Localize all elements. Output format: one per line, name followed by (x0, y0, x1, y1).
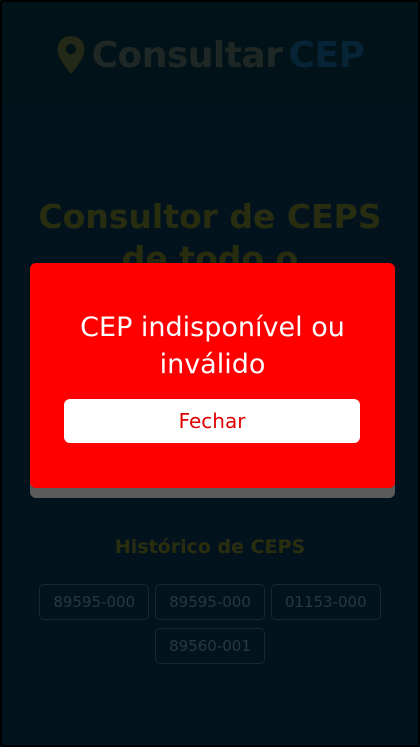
close-button[interactable]: Fechar (64, 399, 360, 443)
error-modal: CEP indisponível ou inválido Fechar (30, 263, 395, 488)
modal-message: CEP indisponível ou inválido (80, 312, 345, 380)
app-frame: Consultar CEP Consultor de CEPS de todo … (0, 0, 420, 747)
